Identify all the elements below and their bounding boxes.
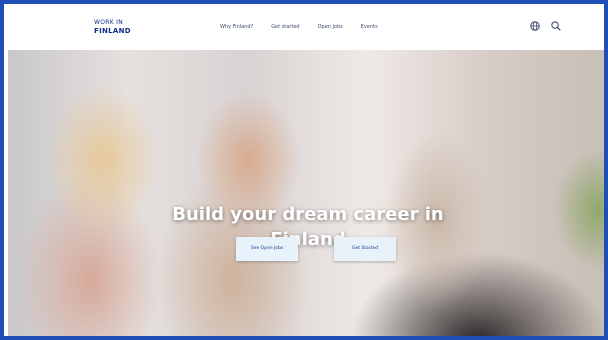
site-header: WORK IN FINLAND Why Finland? Get started…: [8, 8, 604, 50]
hero-title: Build your dream career in Finland: [172, 204, 444, 250]
site-logo[interactable]: WORK IN FINLAND: [94, 18, 131, 36]
header-icons: [529, 20, 562, 32]
nav-item-events[interactable]: Events: [361, 24, 378, 30]
get-started-button[interactable]: Get Started: [334, 237, 396, 261]
nav-item-open-jobs[interactable]: Open jobs: [318, 24, 343, 30]
language-globe-icon[interactable]: [529, 20, 541, 32]
nav-item-get-started[interactable]: Get started: [271, 24, 299, 30]
browser-frame: WORK IN FINLAND Why Finland? Get started…: [0, 0, 608, 340]
logo-line-2: FINLAND: [94, 27, 131, 35]
nav-item-why-finland[interactable]: Why Finland?: [220, 24, 253, 30]
see-open-jobs-button[interactable]: See Open Jobs: [236, 237, 298, 261]
logo-line-1: WORK IN: [94, 19, 124, 26]
hero-banner: Build your dream career in Finland: [8, 50, 604, 336]
main-nav: Why Finland? Get started Open jobs Event…: [220, 24, 378, 30]
search-icon[interactable]: [550, 20, 562, 32]
